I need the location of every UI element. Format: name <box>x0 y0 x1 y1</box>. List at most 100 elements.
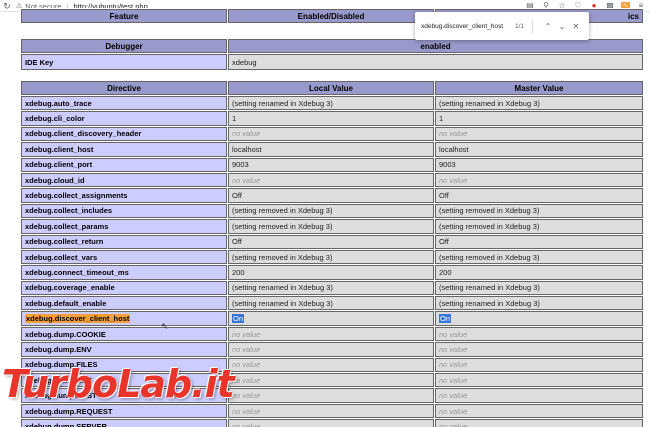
master-value-text: no value <box>439 375 468 385</box>
ide-key-value: xdebug <box>228 54 643 70</box>
table-row: xdebug.coverage_enable (setting renamed i… <box>21 280 643 296</box>
find-previous-icon[interactable]: ⌃ <box>541 22 555 31</box>
master-value: (setting removed in Xdebug 3) <box>435 219 643 234</box>
master-value: no value <box>435 342 643 357</box>
master-value-text: (setting renamed in Xdebug 3) <box>439 98 540 108</box>
local-value: Off <box>228 188 434 203</box>
turbolab-watermark: TurboLab.it <box>2 362 235 406</box>
directive-name: xdebug.collect_return <box>21 234 227 249</box>
directive-name-text: xdebug.auto_trace <box>25 98 92 108</box>
directive-name: xdebug.client_discovery_header <box>21 126 227 142</box>
debugger-header: Debugger <box>21 39 227 53</box>
local-value-text: (setting removed in Xdebug 3) <box>232 206 333 216</box>
master-value: (setting renamed in Xdebug 3) <box>435 280 643 296</box>
directive-name: xdebug.discover_client_host <box>21 311 227 326</box>
local-value: no value <box>228 342 434 357</box>
table-row: xdebug.cloud_id no value no value <box>21 172 643 188</box>
local-value-text: Off <box>232 191 242 201</box>
master-value-text: no value <box>439 329 468 339</box>
table-row: xdebug.client_host localhost localhost <box>21 142 643 157</box>
table-row: xdebug.collect_vars (setting removed in X… <box>21 249 643 265</box>
find-divider <box>532 19 533 33</box>
directive-name-text: xdebug.client_discovery_header <box>25 129 142 139</box>
master-value-text: no value <box>439 360 468 370</box>
table-row: xdebug.dump.SERVER no value no value <box>21 419 643 427</box>
local-value: no value <box>228 172 434 188</box>
local-value-text: no value <box>232 129 261 139</box>
local-value: no value <box>228 126 434 142</box>
local-value: (setting renamed in Xdebug 3) <box>228 96 434 111</box>
directive-name: xdebug.collect_includes <box>21 203 227 219</box>
directive-name-text: xdebug.collect_vars <box>25 252 98 262</box>
feature-header: Feature <box>21 9 227 23</box>
local-value-header: Local Value <box>228 81 434 95</box>
local-value-text: (setting renamed in Xdebug 3) <box>232 98 333 108</box>
local-value-text: no value <box>232 344 261 354</box>
master-value: (setting removed in Xdebug 3) <box>435 203 643 219</box>
find-close-icon[interactable]: ✕ <box>569 22 583 31</box>
local-value: no value <box>228 419 434 427</box>
local-value: On <box>228 311 434 326</box>
master-value-text: (setting removed in Xdebug 3) <box>439 206 540 216</box>
directive-name-text: xdebug.default_enable <box>25 298 107 308</box>
master-value: (setting renamed in Xdebug 3) <box>435 96 643 111</box>
master-value: no value <box>435 373 643 388</box>
master-value: no value <box>435 172 643 188</box>
local-value-text: no value <box>232 375 261 385</box>
directive-name-text: xdebug.discover_client_host <box>25 314 131 324</box>
table-row: xdebug.client_discovery_header no value no… <box>21 126 643 142</box>
master-value: no value <box>435 419 643 427</box>
local-value-text: (setting removed in Xdebug 3) <box>232 221 333 231</box>
local-value-text: (setting renamed in Xdebug 3) <box>232 283 333 293</box>
table-row: xdebug.collect_return Off Off <box>21 234 643 249</box>
debugger-status-header: enabled <box>228 39 643 53</box>
find-input[interactable]: xdebug.discover_client_host <box>421 23 515 30</box>
master-value-text: localhost <box>439 144 469 154</box>
find-match-count: 1/1 <box>514 22 524 30</box>
local-value-text: (setting removed in Xdebug 3) <box>232 252 333 262</box>
master-value-text: (setting removed in Xdebug 3) <box>439 221 540 231</box>
local-value: (setting removed in Xdebug 3) <box>228 203 434 219</box>
directive-name: xdebug.client_port <box>21 157 227 172</box>
master-value-text: (setting renamed in Xdebug 3) <box>439 283 540 293</box>
local-value: 9003 <box>228 157 434 172</box>
directive-name: xdebug.connect_timeout_ms <box>21 265 227 280</box>
directive-header: Directive <box>21 81 227 95</box>
directive-name-text: xdebug.dump.SERVER <box>25 421 107 427</box>
reload-icon[interactable]: ↻ <box>0 0 14 12</box>
local-value-text: Off <box>232 237 242 247</box>
directive-name: xdebug.dump.COOKIE <box>21 326 227 342</box>
local-value: (setting removed in Xdebug 3) <box>228 219 434 234</box>
directive-name-text: xdebug.collect_return <box>25 237 104 247</box>
local-value-text: 1 <box>232 114 237 124</box>
local-value-text: no value <box>232 421 261 427</box>
master-value-text: On <box>439 314 452 324</box>
local-value: no value <box>228 357 434 373</box>
local-value-text: no value <box>232 329 261 339</box>
table-row: xdebug.cli_color 1 1 <box>21 111 643 126</box>
master-value: no value <box>435 388 643 403</box>
enabled-disabled-header: Enabled/Disabled <box>228 9 434 23</box>
table-row: xdebug.default_enable (setting renamed in… <box>21 296 643 311</box>
master-value-text: 9003 <box>439 160 456 170</box>
find-next-icon[interactable]: ⌄ <box>555 22 569 31</box>
master-value-text: no value <box>439 406 468 416</box>
local-value-text: 200 <box>232 267 245 277</box>
master-value-text: (setting renamed in Xdebug 3) <box>439 298 540 308</box>
table-row: xdebug.dump.ENV no value no value <box>21 342 643 357</box>
master-value: no value <box>435 357 643 373</box>
table-row: xdebug.connect_timeout_ms 200 200 <box>21 265 643 280</box>
directive-name-text: xdebug.client_port <box>25 160 93 170</box>
local-value-text: no value <box>232 360 261 370</box>
directive-name: xdebug.default_enable <box>21 296 227 311</box>
directive-name: xdebug.auto_trace <box>21 96 227 111</box>
master-value: 200 <box>435 265 643 280</box>
local-value-text: no value <box>232 406 261 416</box>
directive-name: xdebug.collect_params <box>21 219 227 234</box>
master-value-text: Off <box>439 237 449 247</box>
directive-name-text: xdebug.client_host <box>25 144 94 154</box>
table-row: xdebug.collect_includes (setting removed … <box>21 203 643 219</box>
debugger-table: Debugger enabled IDE Key xdebug <box>20 38 644 71</box>
directive-name: xdebug.dump.SERVER <box>21 419 227 427</box>
directive-name: xdebug.cloud_id <box>21 172 227 188</box>
